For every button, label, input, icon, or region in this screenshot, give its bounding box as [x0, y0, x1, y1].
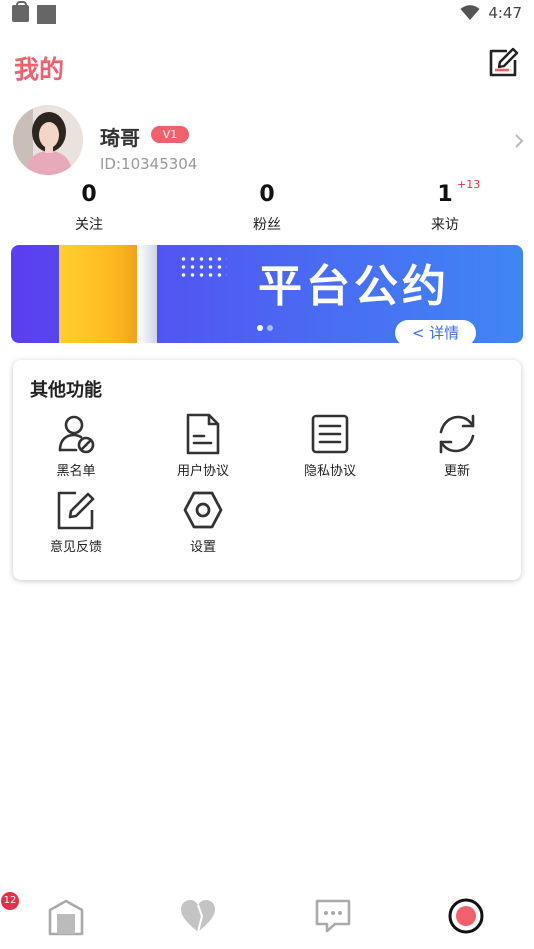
profile-record-icon	[448, 898, 484, 934]
shopping-bag-icon	[12, 1, 29, 22]
stat-visitors[interactable]: 1 +13 来访	[385, 178, 505, 234]
banner-pager	[257, 325, 273, 331]
stat-count: 1	[437, 182, 453, 207]
feature-settings[interactable]: 设置	[153, 488, 253, 555]
stats-row: 0 关注 0 粉丝 1 +13 来访	[0, 178, 534, 240]
status-bar: 4:47	[0, 0, 534, 30]
chevron-right-icon	[515, 134, 524, 148]
settings-icon	[183, 491, 223, 529]
feature-label: 意见反馈	[49, 540, 102, 555]
feature-update[interactable]: 更新	[407, 412, 507, 479]
stat-count: 0	[259, 182, 275, 207]
feature-user-agreement[interactable]: 用户协议	[153, 412, 253, 479]
banner-book-spine	[137, 245, 157, 343]
nav-favorites[interactable]	[178, 896, 218, 936]
home-icon	[48, 899, 84, 936]
profile-row[interactable]: 琦哥 V1 ID:10345304	[0, 100, 534, 180]
refresh-icon	[439, 414, 475, 454]
feature-label: 隐私协议	[303, 464, 356, 479]
banner-details-button[interactable]: < 详情	[395, 320, 476, 343]
banner-dots-pattern	[179, 255, 227, 279]
banner-book-graphic	[59, 245, 137, 343]
notification-badge: 12	[1, 892, 19, 910]
feedback-icon	[57, 491, 95, 530]
banner-title: 平台公约	[258, 261, 450, 312]
user-id: ID:10345304	[100, 155, 198, 173]
heart-icon	[181, 900, 215, 933]
feature-blacklist[interactable]: 黑名单	[26, 412, 126, 479]
card-title: 其他功能	[30, 380, 102, 401]
platform-convention-banner[interactable]: 平台公约 < 详情	[11, 245, 523, 343]
other-features-card: 其他功能 黑名单 用户协议 隐私协议 更新 意见反馈 设置	[13, 360, 521, 580]
pager-dot-active	[257, 325, 263, 331]
feature-feedback[interactable]: 意见反馈	[26, 488, 126, 555]
feature-label: 用户协议	[176, 464, 229, 479]
status-time: 4:47	[488, 4, 522, 22]
stat-count: 0	[81, 182, 97, 207]
nav-home[interactable]	[46, 896, 86, 936]
notification-square-icon	[37, 5, 56, 24]
stat-fans[interactable]: 0 粉丝	[207, 180, 327, 234]
nav-messages[interactable]	[313, 896, 353, 936]
stat-label: 粉丝	[253, 217, 281, 233]
nav-profile[interactable]	[446, 896, 486, 936]
username: 琦哥	[100, 126, 140, 150]
feature-label: 黑名单	[56, 464, 96, 479]
stat-label: 来访	[431, 217, 459, 233]
document-icon	[186, 413, 220, 455]
edit-icon	[489, 47, 519, 77]
page-title: 我的	[14, 55, 65, 84]
avatar[interactable]	[13, 105, 83, 175]
list-document-icon	[311, 414, 349, 454]
feature-privacy-agreement[interactable]: 隐私协议	[280, 412, 380, 479]
pager-dot	[267, 325, 273, 331]
blacklist-icon	[58, 415, 95, 454]
feature-label: 设置	[189, 540, 216, 555]
feature-label: 更新	[443, 464, 470, 479]
stat-label: 关注	[75, 217, 103, 233]
wifi-icon	[460, 5, 480, 20]
stat-following[interactable]: 0 关注	[29, 180, 149, 234]
avatar-photo	[13, 105, 83, 175]
bottom-nav	[0, 890, 534, 949]
visitor-increase-badge: +13	[457, 178, 481, 191]
level-badge: V1	[151, 126, 189, 143]
chat-icon	[315, 899, 351, 933]
edit-profile-button[interactable]	[487, 47, 519, 79]
